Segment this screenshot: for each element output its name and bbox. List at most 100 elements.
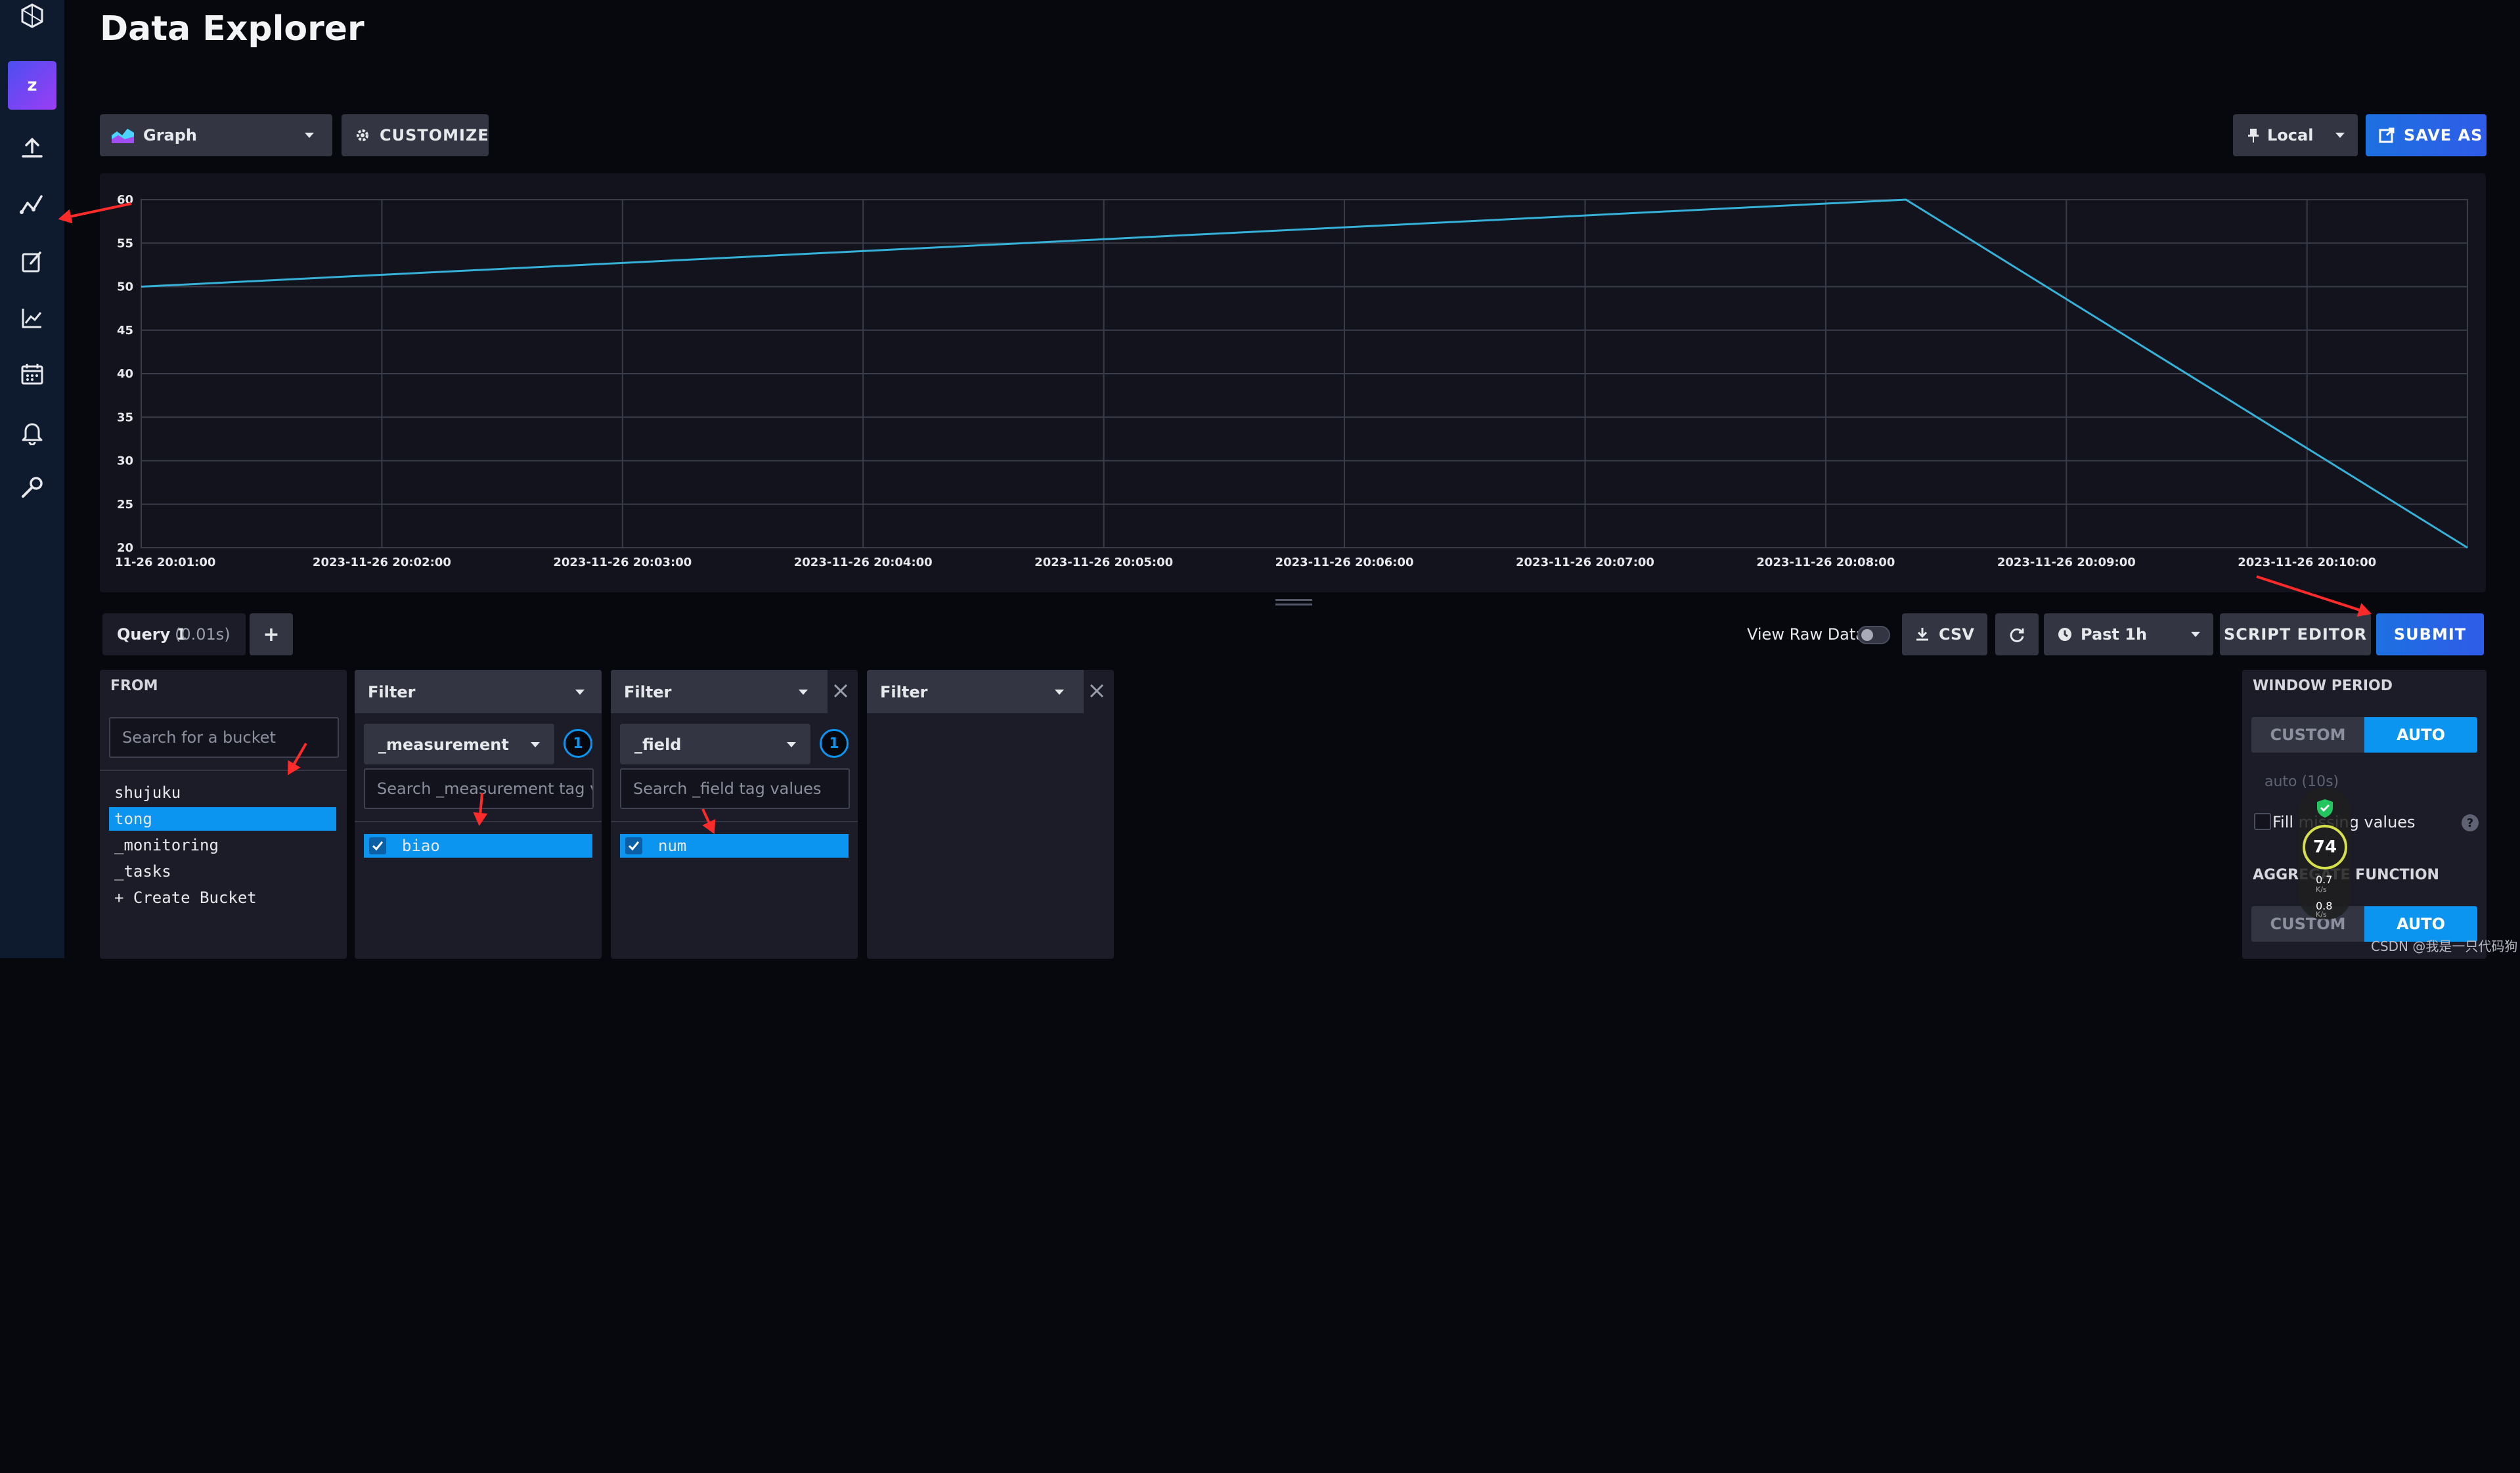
tag-key-label: _measurement: [378, 736, 509, 754]
line-graph[interactable]: 20253035404550556011-26 20:01:00 2023-11-…: [100, 173, 2486, 592]
x-tick-label: 2023-11-26 20:04:00: [794, 556, 933, 569]
filter-title: Filter: [880, 683, 928, 701]
window-custom-toggle[interactable]: CUSTOM: [2251, 717, 2364, 753]
x-tick-label: 2023-11-26 20:06:00: [1275, 556, 1414, 569]
tag-value-label: biao: [402, 837, 440, 855]
filter-header[interactable]: Filter: [867, 670, 1084, 713]
filter-header[interactable]: Filter: [355, 670, 602, 713]
bucket-item-tasks[interactable]: _tasks: [109, 860, 336, 883]
divider: [100, 770, 347, 771]
checkbox-checked-icon[interactable]: [369, 837, 386, 854]
shield-icon: [2316, 799, 2334, 818]
selected-count-badge: 1: [564, 729, 592, 758]
csv-label: CSV: [1939, 625, 1974, 644]
graph-type-icon: [112, 126, 134, 143]
save-as-button[interactable]: SAVE AS: [2366, 114, 2487, 156]
window-auto-toggle[interactable]: AUTO: [2364, 717, 2477, 753]
network-monitor-widget[interactable]: 74 0.7 K/s 0.8 K/s: [2299, 788, 2351, 919]
logo-icon[interactable]: [19, 3, 45, 29]
close-icon[interactable]: [829, 679, 852, 703]
filter-title: Filter: [624, 683, 672, 701]
from-title: FROM: [110, 678, 158, 694]
page-title: Data Explorer: [100, 9, 365, 49]
download-unit: K/s: [2316, 910, 2327, 919]
fill-missing-checkbox[interactable]: [2254, 813, 2271, 830]
download-icon: [1915, 627, 1930, 641]
csv-button[interactable]: CSV: [1902, 613, 1987, 655]
tag-key-label: _field: [634, 736, 682, 754]
y-tick-label: 30: [117, 454, 133, 468]
x-tick-label: 2023-11-26 20:05:00: [1034, 556, 1173, 569]
export-icon: [2379, 127, 2395, 143]
add-query-button[interactable]: +: [250, 613, 293, 655]
chevron-down-icon: [531, 742, 540, 747]
bucket-item-shujuku[interactable]: shujuku: [109, 781, 336, 804]
window-period-panel: WINDOW PERIOD CUSTOM AUTO auto (10s) Fil…: [2242, 670, 2487, 959]
bucket-item[interactable]: [109, 1449, 114, 1473]
x-tick-label: 11-26 20:01:00: [115, 556, 215, 569]
time-range-label: Past 1h: [2081, 625, 2148, 644]
tag-values-search-input[interactable]: Search _field tag values: [620, 768, 850, 809]
tasks-icon[interactable]: [16, 359, 48, 390]
script-editor-button[interactable]: SCRIPT EDITOR: [2220, 613, 2371, 655]
clock-icon: [2057, 627, 2073, 642]
checkbox-checked-icon[interactable]: [625, 837, 642, 854]
graph-panel: 20 25 30 35 40 45 50 55 60 11-26 20:01:00 2023-11-…: [100, 173, 2486, 592]
refresh-icon: [2008, 627, 2025, 644]
graph-type-label: Graph: [143, 126, 197, 144]
x-tick-label: 2023-11-26 20:10:00: [2238, 556, 2376, 569]
tag-value-num[interactable]: num: [620, 834, 849, 858]
tag-value-biao[interactable]: biao: [364, 834, 592, 858]
submit-button[interactable]: SUBMIT: [2376, 613, 2484, 655]
filter-title: Filter: [368, 683, 416, 701]
chevron-down-icon: [575, 690, 585, 695]
chevron-down-icon: [305, 133, 314, 138]
tag-value-label: num: [658, 837, 687, 855]
x-tick-label: 2023-11-26 20:09:00: [1997, 556, 2136, 569]
tag-key-dropdown[interactable]: _field: [620, 724, 810, 764]
chevron-down-icon: [2335, 133, 2345, 138]
usage-percent: 74: [2312, 837, 2337, 857]
y-tick-label: 50: [117, 280, 133, 294]
help-icon[interactable]: ?: [2462, 814, 2479, 831]
timezone-dropdown[interactable]: Local: [2233, 114, 2358, 156]
filter-card-empty: Filter: [867, 670, 1114, 959]
data-explorer-icon[interactable]: [16, 190, 48, 221]
sidebar: z: [0, 0, 64, 958]
view-raw-label: View Raw Data: [1747, 625, 1865, 644]
x-tick-label: 2023-11-26 20:07:00: [1516, 556, 1654, 569]
watermark: CSDN @我是一只代码狗: [2371, 938, 2518, 954]
tag-values-search-input[interactable]: Search _measurement tag va: [364, 768, 594, 809]
x-tick-label: 2023-11-26 20:08:00: [1756, 556, 1895, 569]
dashboard-icon[interactable]: [16, 302, 48, 334]
chevron-down-icon: [787, 742, 796, 747]
upload-speed: 0.7: [2316, 873, 2333, 886]
customize-button[interactable]: CUSTOMIZE: [342, 114, 489, 156]
create-bucket-link[interactable]: + Create Bucket: [109, 886, 336, 910]
upload-unit: K/s: [2316, 885, 2327, 894]
chevron-down-icon: [799, 690, 808, 695]
y-tick-label: 55: [117, 236, 133, 250]
notebook-icon[interactable]: [16, 246, 48, 278]
settings-icon[interactable]: [16, 472, 48, 503]
refresh-button[interactable]: [1995, 613, 2039, 655]
alerts-icon[interactable]: [16, 416, 48, 448]
bucket-item-monitoring[interactable]: _monitoring: [109, 833, 336, 857]
tab-query-1[interactable]: Query 1 (0.01s): [102, 613, 246, 655]
bucket-search-input[interactable]: Search for a bucket: [109, 717, 339, 758]
time-range-dropdown[interactable]: Past 1h: [2044, 613, 2213, 655]
view-raw-toggle[interactable]: [1857, 626, 1890, 644]
y-tick-label: 35: [117, 410, 133, 424]
upload-icon[interactable]: [16, 133, 48, 164]
tag-key-dropdown[interactable]: _measurement: [364, 724, 554, 764]
filter-header[interactable]: Filter: [611, 670, 828, 713]
gear-icon: [355, 127, 370, 143]
x-tick-label: 2023-11-26 20:02:00: [313, 556, 451, 569]
graph-type-dropdown[interactable]: Graph: [100, 114, 332, 156]
close-icon[interactable]: [1085, 679, 1109, 703]
org-avatar[interactable]: z: [8, 61, 56, 110]
bucket-item-tong[interactable]: tong: [109, 807, 336, 831]
chevron-down-icon: [2191, 632, 2200, 637]
y-tick-label: 40: [117, 367, 133, 381]
resize-handle[interactable]: [1275, 599, 1312, 605]
